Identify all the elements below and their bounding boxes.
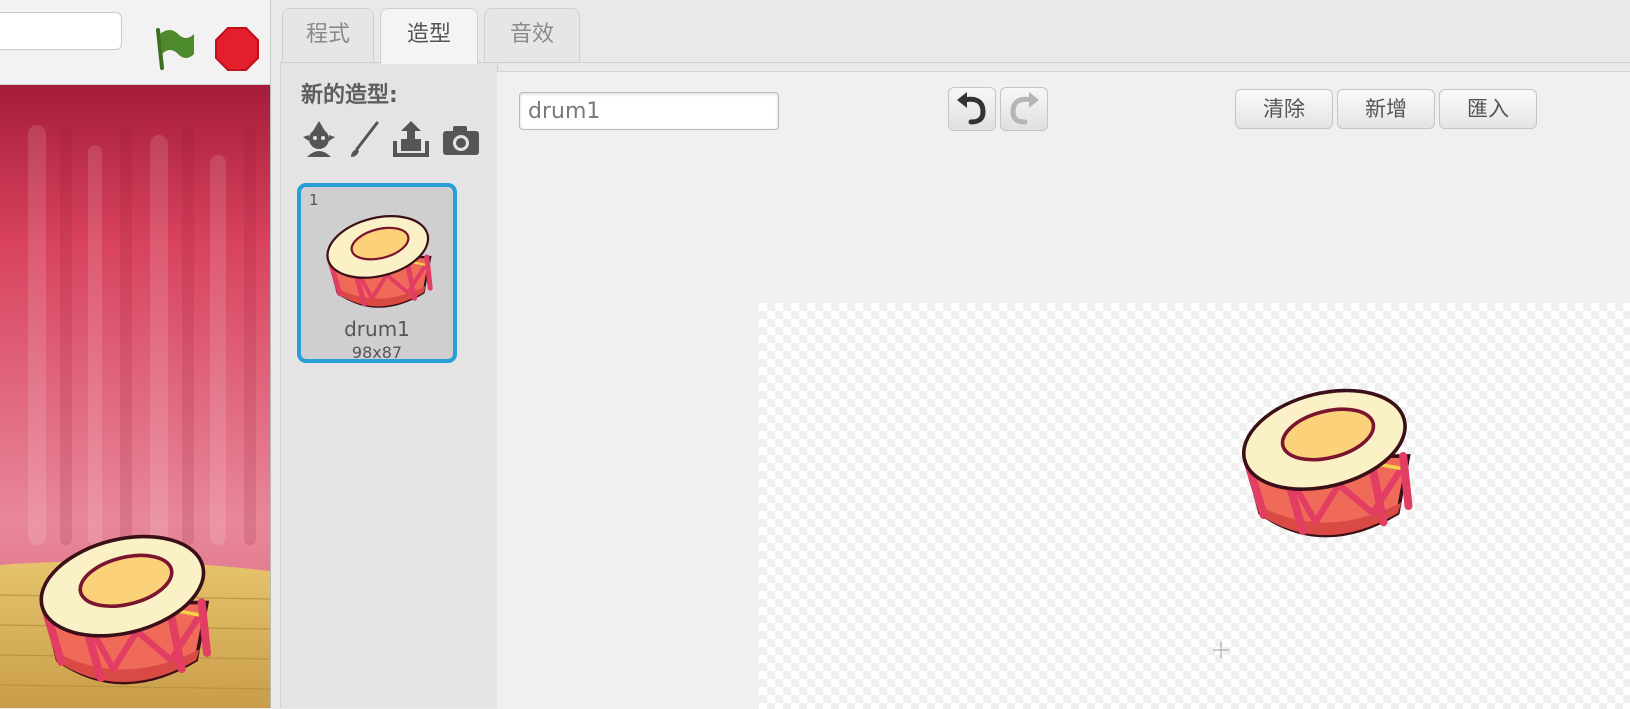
costume-item-drum1[interactable]: 1 drum1 98x87: [297, 183, 457, 363]
costume-size-label: 98x87: [351, 343, 403, 362]
redo-button[interactable]: [1000, 87, 1048, 131]
stop-sign-icon[interactable]: [214, 26, 260, 72]
stage-canvas[interactable]: [0, 85, 271, 708]
project-title-input[interactable]: [0, 12, 122, 50]
tab-scripts[interactable]: 程式: [282, 8, 374, 62]
stage-header: [0, 0, 271, 85]
undo-button[interactable]: [948, 87, 996, 131]
redo-icon: [1010, 92, 1039, 125]
new-costume-label: 新的造型:: [301, 83, 398, 108]
rotation-center-crosshair[interactable]: [1211, 640, 1231, 660]
paint-canvas[interactable]: [759, 303, 1630, 709]
tab-sounds[interactable]: 音效: [484, 8, 580, 62]
tab-costumes[interactable]: 造型: [380, 8, 478, 64]
paint-editor: 清除 新增 匯入: [497, 71, 1630, 709]
green-flag-icon[interactable]: [150, 24, 198, 72]
costume-thumbnail: [323, 209, 437, 315]
paint-brush-icon[interactable]: [345, 119, 385, 159]
costume-name-label: drum1: [344, 317, 410, 341]
canvas-drum-costume[interactable]: [1231, 379, 1425, 549]
sprite-library-icon[interactable]: [299, 119, 339, 159]
import-button[interactable]: 匯入: [1439, 89, 1537, 129]
costume-name-input[interactable]: [519, 92, 779, 130]
undo-icon: [957, 92, 986, 125]
clear-button[interactable]: 清除: [1235, 89, 1333, 129]
camera-icon[interactable]: [441, 119, 481, 159]
costume-number: 1: [309, 191, 319, 209]
upload-icon[interactable]: [391, 119, 431, 159]
stage-backdrop: [0, 85, 270, 708]
costume-list-panel: 新的造型: 1 drum1 98x87: [280, 63, 498, 708]
add-button[interactable]: 新增: [1337, 89, 1435, 129]
